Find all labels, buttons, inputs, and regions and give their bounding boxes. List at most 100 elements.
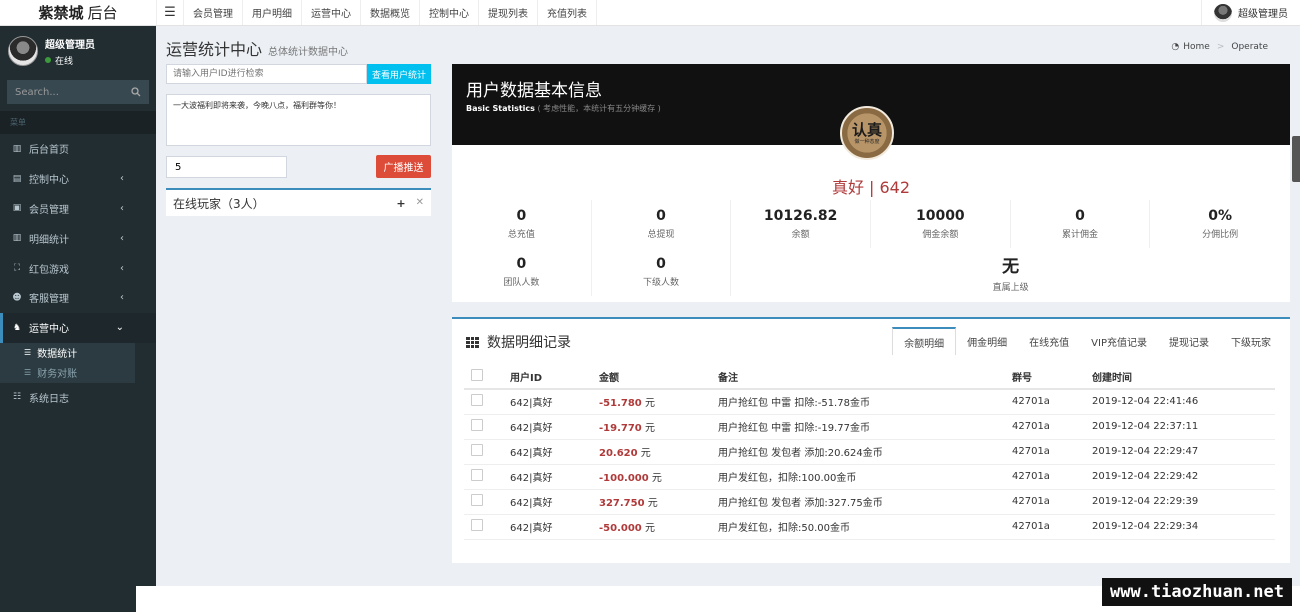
avatar-badge-subtext: 做一种态度 xyxy=(854,138,880,145)
row-checkbox[interactable] xyxy=(471,519,483,531)
stat-commission-ratio: 0% 分佣比例 xyxy=(1150,200,1290,248)
cell-note: 用户抢红包 中雷 扣除:-51.78金币 xyxy=(718,389,1012,415)
side-scroll-handle[interactable] xyxy=(1292,136,1300,182)
search-icon[interactable] xyxy=(131,87,141,97)
cell-user-id: 642|真好 xyxy=(510,414,599,440)
row-select-cell xyxy=(464,464,510,490)
amount-unit: 元 xyxy=(647,498,658,509)
amount-unit: 元 xyxy=(640,448,651,459)
topnav-withdraw-list[interactable]: 提现列表 xyxy=(479,0,538,25)
topnav-control-center[interactable]: 控制中心 xyxy=(420,0,479,25)
row-checkbox[interactable] xyxy=(471,419,483,431)
stat-subordinate-count: 0 下级人数 xyxy=(592,248,732,296)
cell-note: 用户抢红包 中雷 扣除:-19.77金币 xyxy=(718,414,1012,440)
profile-subtitle-en: Basic Statistics xyxy=(466,104,535,113)
profile-stats-grid: 0 总充值 0 总提现 10126.82 余额 10000 佣金余额 0 累计佣金 0% 分… xyxy=(452,200,1290,296)
amount-unit: 元 xyxy=(651,473,662,484)
stat-label: 团队人数 xyxy=(503,278,540,288)
sidebar-subitem-data-stats[interactable]: ☰ 数据统计 xyxy=(0,343,135,363)
amount-unit: 元 xyxy=(644,423,655,434)
cell-user-id: 642|真好 xyxy=(510,464,599,490)
sidebar-item-operations-center[interactable]: ♞ 运营中心 ⌄ xyxy=(0,312,156,343)
cell-time: 2019-12-04 22:29:34 xyxy=(1092,514,1275,540)
sidebar-subitem-finance-reconcile[interactable]: ☰ 财务对账 xyxy=(0,363,135,383)
broadcast-push-button[interactable]: 广播推送 xyxy=(376,155,431,178)
row-select-cell xyxy=(464,414,510,440)
tab-subordinate-players[interactable]: 下级玩家 xyxy=(1220,327,1282,355)
table-row: 642|真好 -100.000 元 用户发红包，扣除:100.00金币 4270… xyxy=(464,464,1275,490)
expand-icon: ⛶ xyxy=(13,263,21,274)
app-logo[interactable]: 紫禁城 后台 xyxy=(0,0,156,25)
cell-time: 2019-12-04 22:29:42 xyxy=(1092,464,1275,490)
stat-label: 下级人数 xyxy=(642,278,679,288)
sidebar-item-detail-stats[interactable]: ▥ 明细统计 ‹ xyxy=(0,223,156,253)
chevron-left-icon: ‹ xyxy=(120,173,124,185)
user-id-search-input[interactable] xyxy=(166,64,367,84)
sidebar-item-member-management[interactable]: ▣ 会员管理 ‹ xyxy=(0,194,156,224)
stat-value: 0 xyxy=(656,208,666,224)
topnav-member-management[interactable]: 会员管理 xyxy=(184,0,243,25)
dashboard-icon: ◔ xyxy=(1171,42,1180,52)
sidebar-search-input[interactable]: Search... xyxy=(7,80,149,104)
cell-group: 42701a xyxy=(1012,414,1092,440)
tab-online-recharge[interactable]: 在线充值 xyxy=(1018,327,1080,355)
view-user-stats-button[interactable]: 查看用户统计 xyxy=(367,64,431,84)
cell-time: 2019-12-04 22:29:47 xyxy=(1092,439,1275,465)
logo-text: 后台 xyxy=(87,4,118,22)
stat-label: 总充值 xyxy=(507,230,535,240)
topnav-operations-center[interactable]: 运营中心 xyxy=(302,0,361,25)
topnav-user-detail[interactable]: 用户明细 xyxy=(243,0,302,25)
tab-withdraw-record[interactable]: 提现记录 xyxy=(1158,327,1220,355)
cell-time: 2019-12-04 22:29:39 xyxy=(1092,489,1275,515)
amount-value: -50.000 xyxy=(599,523,642,534)
stat-value: 0 xyxy=(656,256,666,272)
row-checkbox[interactable] xyxy=(471,444,483,456)
sidebar-item-label: 会员管理 xyxy=(29,204,69,216)
row-select-cell xyxy=(464,514,510,540)
stat-total-recharge: 0 总充值 xyxy=(452,200,592,248)
cell-group: 42701a xyxy=(1012,464,1092,490)
tab-vip-recharge[interactable]: VIP充值记录 xyxy=(1080,327,1158,355)
expand-plus-icon[interactable]: + xyxy=(396,197,405,210)
breadcrumb: ◔ Home > Operate xyxy=(1171,42,1268,52)
stat-label: 佣金余额 xyxy=(922,230,959,240)
sidebar-item-customer-service[interactable]: ☻ 客服管理 ‹ xyxy=(0,283,156,313)
chevron-left-icon: ‹ xyxy=(120,232,124,244)
sidebar-item-redpacket-game[interactable]: ⛶ 红包游戏 ‹ xyxy=(0,253,156,283)
top-nav: 会员管理 用户明细 运营中心 数据概览 控制中心 提现列表 充值列表 xyxy=(184,0,597,25)
user-profile-card: 用户数据基本信息 Basic Statistics ( 考虑性能，本统计有五分钟… xyxy=(452,64,1290,302)
row-checkbox[interactable] xyxy=(471,394,483,407)
breadcrumb-home[interactable]: Home xyxy=(1183,42,1210,52)
row-checkbox[interactable] xyxy=(471,494,483,506)
online-players-title: 在线玩家（3人） xyxy=(173,196,265,211)
row-checkbox[interactable] xyxy=(471,469,483,481)
amount-value: 20.620 xyxy=(599,448,638,459)
tab-balance-detail[interactable]: 余额明细 xyxy=(892,327,957,355)
broadcast-count-input[interactable] xyxy=(166,156,287,178)
amount-unit: 元 xyxy=(644,398,655,410)
select-all-checkbox[interactable] xyxy=(471,368,483,381)
tab-commission-detail[interactable]: 佣金明细 xyxy=(956,327,1018,355)
avatar: 认真 做一种态度 xyxy=(840,106,894,160)
sidebar-item-system-log[interactable]: ☷ 系统日志 xyxy=(0,383,156,413)
cell-amount: -19.770 元 xyxy=(599,414,718,440)
profile-cache-note: ( 考虑性能，本统计有五分钟缓存 ) xyxy=(537,104,661,113)
close-icon[interactable]: ✕ xyxy=(416,197,424,210)
online-players-box: 在线玩家（3人） + ✕ xyxy=(166,188,431,216)
sidebar-item-home[interactable]: ▥ 后台首页 xyxy=(0,134,156,164)
cell-amount: -100.000 元 xyxy=(599,464,718,490)
sidebar-item-label: 后台首页 xyxy=(29,145,69,157)
bar-chart-icon: ▥ xyxy=(12,233,22,244)
table-row: 642|真好 327.750 元 用户抢红包 发包者 添加:327.75金币 4… xyxy=(464,489,1275,515)
broadcast-message-textarea[interactable]: 一大波福利即将来袭，今晚八点，福利群等你！ xyxy=(166,94,431,146)
menu-toggle-icon[interactable]: ☰ xyxy=(156,0,184,25)
user-menu[interactable]: 超级管理员 xyxy=(1201,0,1300,25)
topnav-data-overview[interactable]: 数据概览 xyxy=(361,0,420,25)
logo-bold-text: 紫禁城 xyxy=(38,4,84,22)
sidebar-item-control-center[interactable]: ▤ 控制中心 ‹ xyxy=(0,164,156,194)
detail-title: 数据明细记录 xyxy=(487,335,571,351)
topnav-recharge-list[interactable]: 充值列表 xyxy=(538,0,597,25)
cell-user-id: 642|真好 xyxy=(510,389,599,415)
cell-amount: -51.780 元 xyxy=(599,389,718,415)
online-dot-icon xyxy=(45,57,51,63)
